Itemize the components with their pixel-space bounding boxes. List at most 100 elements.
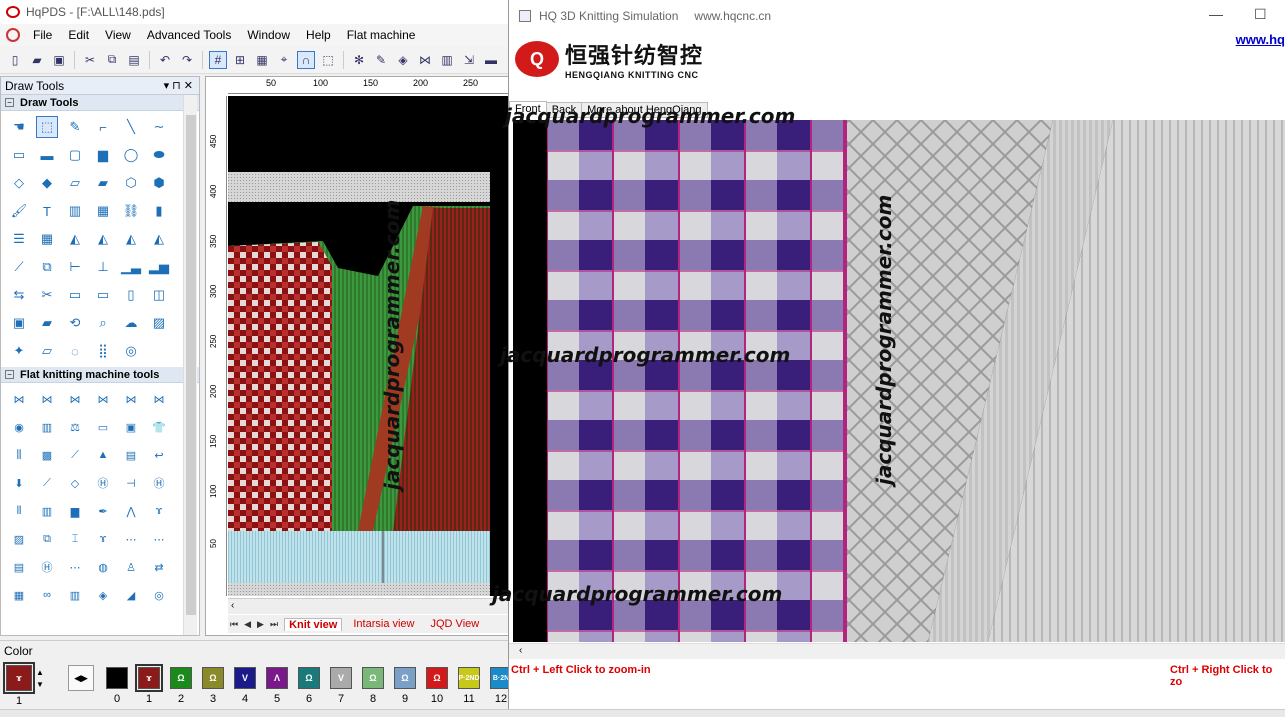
rows-icon[interactable]: ☰ [8,228,30,250]
figure-icon[interactable]: ♙ [120,556,142,578]
pattern-dot-icon[interactable]: ◈ [92,584,114,606]
mirror-icon[interactable]: ⇆ [8,284,30,306]
tab-knit-view[interactable]: Knit view [284,617,343,631]
filled-diamond-icon[interactable]: ◆ [36,172,58,194]
color-swatch-item[interactable]: Ω9 [389,667,421,705]
section-flat-knitting-tools[interactable]: − Flat knitting machine tools [1,367,199,383]
i-beam-icon[interactable]: ⌶ [64,528,86,550]
cut-icon[interactable]: ✂ [81,51,99,69]
rectangle-icon[interactable]: ▭ [8,144,30,166]
eyedropper-icon[interactable]: ⟋ [8,256,30,278]
scissors-icon[interactable]: ✂ [36,284,58,306]
scale-icon[interactable]: ⚖ [64,416,86,438]
tab-last-icon[interactable]: ⏭ [270,619,278,630]
undo-icon[interactable]: ↶ [156,51,174,69]
menu-file[interactable]: File [26,26,59,44]
fill-bucket-icon[interactable]: ◭ [64,228,86,250]
fill-bucket-3-icon[interactable]: ◭ [120,228,142,250]
tab-prev-icon[interactable]: ◀ [244,619,251,630]
tab-jqd-view[interactable]: JQD View [426,617,485,631]
fill-bucket-2-icon[interactable]: ◭ [92,228,114,250]
menu-advanced-tools[interactable]: Advanced Tools [140,26,239,44]
copy-block-icon[interactable]: ⧉ [36,256,58,278]
icj-icon[interactable]: ⋯ [148,528,170,550]
map-icon[interactable]: ▦ [8,584,30,606]
minimize-button[interactable]: — [1209,6,1223,22]
color-swatch[interactable] [106,667,128,689]
simulation-icon[interactable]: ◈ [394,51,412,69]
sim-horizontal-scrollbar[interactable]: ‹ [509,643,1285,659]
diamond-shape-icon[interactable]: ◇ [64,472,86,494]
save-icon[interactable]: ▣ [50,51,68,69]
menu-edit[interactable]: Edit [61,26,96,44]
return-arrow-icon[interactable]: ↩ [148,444,170,466]
loop-knit-4-icon[interactable]: ⋈ [92,388,114,410]
loop-knit-6-icon[interactable]: ⋈ [148,388,170,410]
export-icon[interactable]: ⇲ [460,51,478,69]
red-block-icon[interactable]: ▩ [36,444,58,466]
link-icon[interactable]: ⛓ [120,200,142,222]
step-line-icon[interactable]: ⌐ [92,116,114,138]
icj-2-icon[interactable]: ⋯ [64,556,86,578]
collapse-icon[interactable]: − [5,98,14,107]
stack-icon[interactable]: ☁ [120,312,142,334]
draw-panel-scrollbar[interactable] [183,95,197,635]
wedge-icon[interactable]: ◢ [120,584,142,606]
loop-knit-icon[interactable]: ⋈ [8,388,30,410]
hod-icon[interactable]: Ⓗ [92,472,114,494]
curve-icon[interactable]: ∼ [148,116,170,138]
loop-knit-5-icon[interactable]: ⋈ [120,388,142,410]
grid-fill-icon[interactable]: ▦ [92,200,114,222]
fill-bucket-4-icon[interactable]: ◭ [148,228,170,250]
filled-hexagon-icon[interactable]: ⬢ [148,172,170,194]
stitch-view-icon[interactable]: ∩ [297,50,315,69]
merge-icon[interactable]: ⊣ [120,472,142,494]
knit-design-canvas[interactable] [228,96,510,596]
color-swatch[interactable]: Ω [394,667,416,689]
loop-knit-3-icon[interactable]: ⋈ [64,388,86,410]
color-swatch-item[interactable]: Ω 10 [421,667,453,705]
menu-help[interactable]: Help [299,26,338,44]
spin-arrows-icon[interactable]: ▲ ▼ [36,667,44,691]
down-arrow-icon[interactable]: ⬇ [8,472,30,494]
cnt-icon[interactable]: ⋯ [120,528,142,550]
grid-icon[interactable]: # [209,50,227,69]
lasso-icon[interactable]: ◌ [64,340,86,362]
refresh-icon[interactable]: ⟲ [64,312,86,334]
loop-knit-2-icon[interactable]: ⋈ [36,388,58,410]
pink-block-icon[interactable]: ▆ [64,500,86,522]
tab-next-icon[interactable]: ▶ [257,619,264,630]
redo-icon[interactable]: ↷ [178,51,196,69]
color-swatch[interactable]: Ω [170,667,192,689]
color-swatch-item[interactable]: Ω8 [357,667,389,705]
bar-chart-2-icon[interactable]: ▂▅ [148,256,170,278]
grid-pattern-icon[interactable]: ▦ [253,51,271,69]
copy-icon[interactable]: ⧉ [103,51,121,69]
menu-window[interactable]: Window [240,26,297,44]
monitor-icon[interactable]: ▭ [92,284,114,306]
color-bars-icon[interactable]: ▥ [36,500,58,522]
globe-icon[interactable]: ◍ [92,556,114,578]
yarn-ball-icon[interactable]: ◉ [8,416,30,438]
knot-2-icon[interactable]: ɤ [92,528,114,550]
image-icon[interactable]: ▨ [148,312,170,334]
m-shape-icon[interactable]: ⋀ [120,500,142,522]
color-swatch-item[interactable]: Ω6 [293,667,325,705]
paste-icon[interactable]: ▤ [125,51,143,69]
panel-controls[interactable]: ▾ ⊓ ✕ [164,79,199,92]
maximize-button[interactable]: ☐ [1254,6,1267,23]
hexagon-icon[interactable]: ⬡ [120,172,142,194]
align-center-icon[interactable]: ⊥ [92,256,114,278]
scroll-left-icon[interactable]: ‹ [519,645,522,656]
hod-3-icon[interactable]: Ⓗ [36,556,58,578]
color-swatch-item[interactable]: Ω2 [165,667,197,705]
spiral-icon[interactable]: ◎ [120,340,142,362]
stripe-block-icon[interactable]: ▥ [64,584,86,606]
wand-icon[interactable]: ⟋ [64,444,86,466]
tab-intarsia-view[interactable]: Intarsia view [348,617,419,631]
tab-first-icon[interactable]: ⏮ [230,619,238,630]
stitch-table-icon[interactable]: ▥ [438,51,456,69]
filled-rounded-rect-icon[interactable]: ▆ [92,144,114,166]
brush-icon[interactable]: 🖌 [8,200,30,222]
hand-pan-icon[interactable]: ☚ [8,116,30,138]
